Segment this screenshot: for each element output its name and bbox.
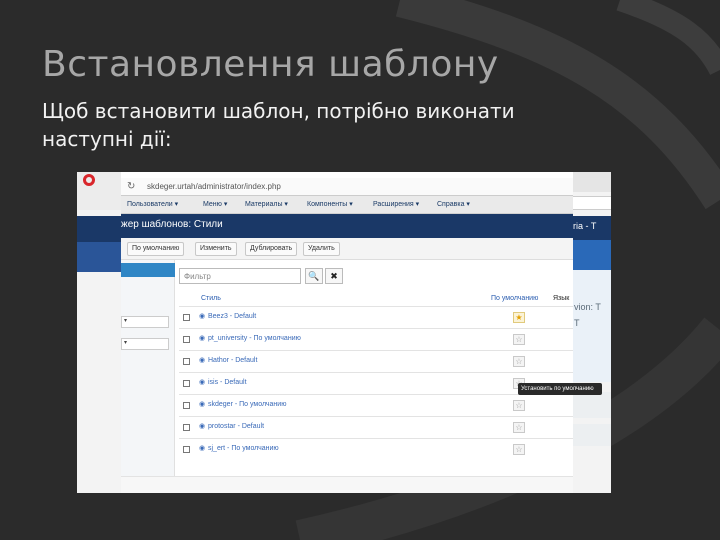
slide-body-text: Щоб встановити шаблон, потрібно виконати… [42, 99, 515, 151]
back-side-text-2: T [574, 318, 580, 328]
template-name[interactable]: isis - Default [208, 379, 247, 386]
menu-help[interactable]: Справка ▾ [437, 200, 470, 208]
sidebar-item-styles[interactable] [121, 263, 175, 277]
default-button[interactable]: По умолчанию [127, 242, 185, 256]
template-manager-window: ↻ skdeger.urtah/administrator/index.php … [121, 172, 602, 493]
back-side-text-1: vion: T [574, 302, 601, 312]
table-row[interactable]: ◉ Hathor - Default ☆ [179, 350, 573, 372]
table-row[interactable]: ◉ protostar - Default ☆ [179, 416, 573, 438]
edit-button[interactable]: Изменить [195, 242, 237, 256]
eye-icon[interactable]: ◉ [199, 422, 205, 430]
set-default-icon[interactable]: ☆ [513, 422, 525, 433]
duplicate-button[interactable]: Дублировать [245, 242, 298, 256]
table-row[interactable]: ◉ sj_ert - По умолчанию ☆ [179, 438, 573, 460]
filter-select-2[interactable]: ▾ [121, 338, 169, 350]
back-header-text: ria - T [573, 221, 597, 231]
set-default-icon[interactable]: ☆ [513, 356, 525, 367]
eye-icon[interactable]: ◉ [199, 356, 205, 364]
default-star-icon[interactable]: ★ [513, 312, 525, 323]
delete-button[interactable]: Удалить [303, 242, 340, 256]
template-name[interactable]: pt_university - По умолчанию [208, 335, 301, 342]
template-name[interactable]: Hathor - Default [208, 357, 257, 364]
table-row[interactable]: ◉ Beez3 - Default ★ [179, 306, 573, 328]
eye-icon[interactable]: ◉ [199, 378, 205, 386]
back-window-right: ria - T vion: T T [573, 172, 611, 493]
column-language: Язык [553, 295, 570, 302]
url-text[interactable]: skdeger.urtah/administrator/index.php [147, 182, 281, 191]
row-checkbox[interactable] [183, 446, 190, 453]
eye-icon[interactable]: ◉ [199, 444, 205, 452]
set-default-icon[interactable]: ☆ [513, 400, 525, 411]
menu-users[interactable]: Пользователи ▾ [127, 200, 178, 208]
menu-components[interactable]: Компоненты ▾ [307, 200, 353, 208]
row-checkbox[interactable] [183, 314, 190, 321]
eye-icon[interactable]: ◉ [199, 334, 205, 342]
menu-menus[interactable]: Меню ▾ [203, 200, 227, 208]
template-name[interactable]: Beez3 - Default [208, 313, 256, 320]
clear-icon[interactable]: ✖ [325, 268, 343, 284]
template-name[interactable]: skdeger - По умолчанию [208, 401, 286, 408]
admin-menubar: Пользователи ▾ Меню ▾ Материалы ▾ Компон… [121, 196, 573, 214]
toolbar: По умолчанию Изменить Дублировать Удалит… [121, 238, 573, 260]
page-header: жер шаблонов: Стили [121, 214, 573, 238]
column-style[interactable]: Стиль [201, 295, 221, 302]
page-title: жер шаблонов: Стили [121, 219, 223, 230]
back-window-left [77, 172, 125, 493]
eye-icon[interactable]: ◉ [199, 400, 205, 408]
table-row[interactable]: ◉ skdeger - По умолчанию ☆ [179, 394, 573, 416]
table-row[interactable]: ◉isis - Default☆ [179, 372, 573, 394]
column-default[interactable]: По умолчанию [491, 295, 538, 302]
opera-logo-icon [83, 174, 95, 186]
slide-title: Встановлення шаблону [42, 44, 499, 85]
eye-icon[interactable]: ◉ [199, 312, 205, 320]
set-default-icon[interactable]: ☆ [513, 334, 525, 345]
sidebar: ▾ ▾ [121, 260, 175, 476]
search-icon[interactable]: 🔍 [305, 268, 323, 284]
row-checkbox[interactable] [183, 358, 190, 365]
row-checkbox[interactable] [183, 336, 190, 343]
row-checkbox[interactable] [183, 380, 190, 387]
menu-extensions[interactable]: Расширения ▾ [373, 200, 419, 208]
screenshot: ria - T vion: T T ↻ skdeger.urtah/admini… [77, 172, 611, 493]
filter-select-1[interactable]: ▾ [121, 316, 169, 328]
tooltip: Установить по умолчанию [518, 383, 602, 395]
search-input[interactable]: Фильтр [179, 268, 301, 284]
reload-icon[interactable]: ↻ [127, 181, 135, 192]
set-default-icon[interactable]: ☆ [513, 444, 525, 455]
address-bar[interactable]: ↻ skdeger.urtah/administrator/index.php [121, 178, 573, 196]
row-checkbox[interactable] [183, 424, 190, 431]
template-name[interactable]: sj_ert - По умолчанию [208, 445, 279, 452]
table-row[interactable]: ◉ pt_university - По умолчанию ☆ [179, 328, 573, 350]
menu-content[interactable]: Материалы ▾ [245, 200, 288, 208]
template-name[interactable]: protostar - Default [208, 423, 264, 430]
row-checkbox[interactable] [183, 402, 190, 409]
